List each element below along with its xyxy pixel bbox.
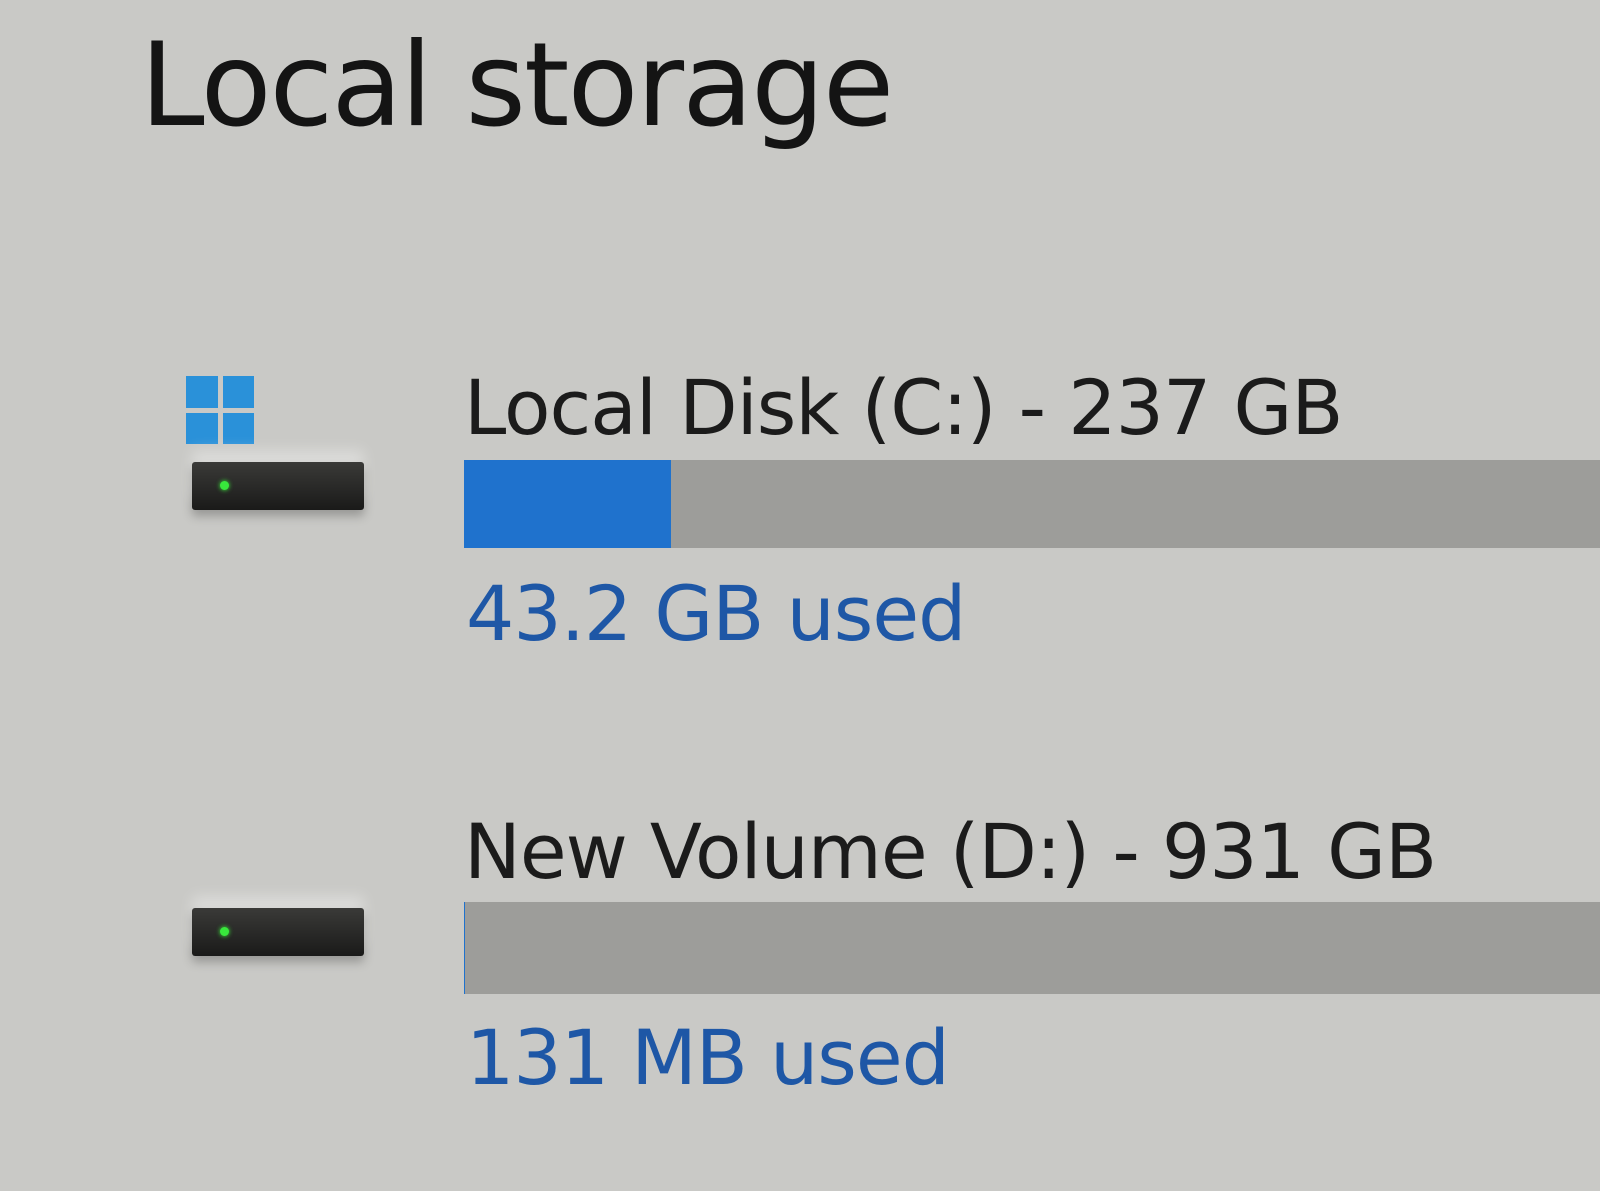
storage-usage-bar [464, 902, 1600, 994]
hard-drive-icon [192, 462, 364, 510]
storage-usage-bar [464, 460, 1600, 548]
system-drive-icon [180, 368, 380, 528]
page-title: Local storage [140, 18, 894, 153]
drive-name[interactable]: Local Disk (C:) - 237 GB [464, 368, 1343, 448]
data-drive-icon [180, 812, 380, 972]
hard-drive-icon [192, 908, 364, 956]
drive-led-icon [220, 481, 229, 490]
windows-logo-icon [186, 376, 254, 444]
drive-item-d[interactable]: New Volume (D:) - 931 GB 131 MB used [0, 812, 1600, 1112]
storage-usage-fill [464, 460, 671, 548]
storage-used-text: 131 MB used [466, 1013, 950, 1102]
drive-name[interactable]: New Volume (D:) - 931 GB [464, 812, 1437, 892]
storage-used-text: 43.2 GB used [466, 569, 966, 658]
drive-item-c[interactable]: Local Disk (C:) - 237 GB 43.2 GB used [0, 368, 1600, 668]
drive-led-icon [220, 927, 229, 936]
